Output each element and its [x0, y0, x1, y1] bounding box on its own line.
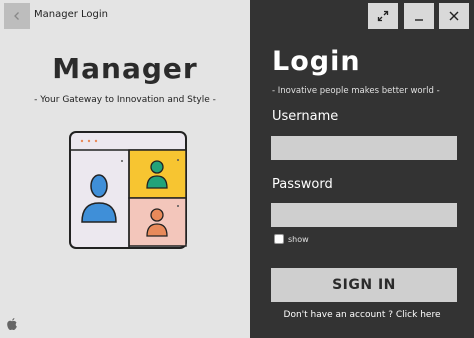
- minimize-icon: [415, 19, 423, 21]
- video-conference-illustration: [69, 131, 187, 249]
- expand-icon: [377, 10, 389, 22]
- minimize-button[interactable]: [404, 3, 434, 29]
- window-title: Manager Login: [34, 9, 108, 20]
- signup-link[interactable]: Don't have an account ? Click here: [250, 310, 474, 320]
- apple-icon: [7, 318, 17, 330]
- username-label: Username: [272, 109, 339, 124]
- close-icon: [449, 11, 459, 21]
- close-button[interactable]: [439, 3, 469, 29]
- login-subtitle: - Inovative people makes better world -: [272, 86, 440, 96]
- username-field[interactable]: [271, 136, 457, 160]
- sign-in-button[interactable]: SIGN IN: [271, 268, 457, 302]
- password-label: Password: [272, 177, 333, 192]
- show-password-checkbox[interactable]: [274, 234, 284, 244]
- brand-tagline: - Your Gateway to Innovation and Style -: [34, 95, 216, 105]
- login-title: Login: [272, 46, 361, 77]
- brand-title: Manager: [52, 52, 198, 85]
- back-button[interactable]: [4, 3, 30, 29]
- chevron-left-icon: [14, 12, 19, 20]
- show-password-label: show: [288, 235, 309, 244]
- expand-button[interactable]: [368, 3, 398, 29]
- password-field[interactable]: [271, 203, 457, 227]
